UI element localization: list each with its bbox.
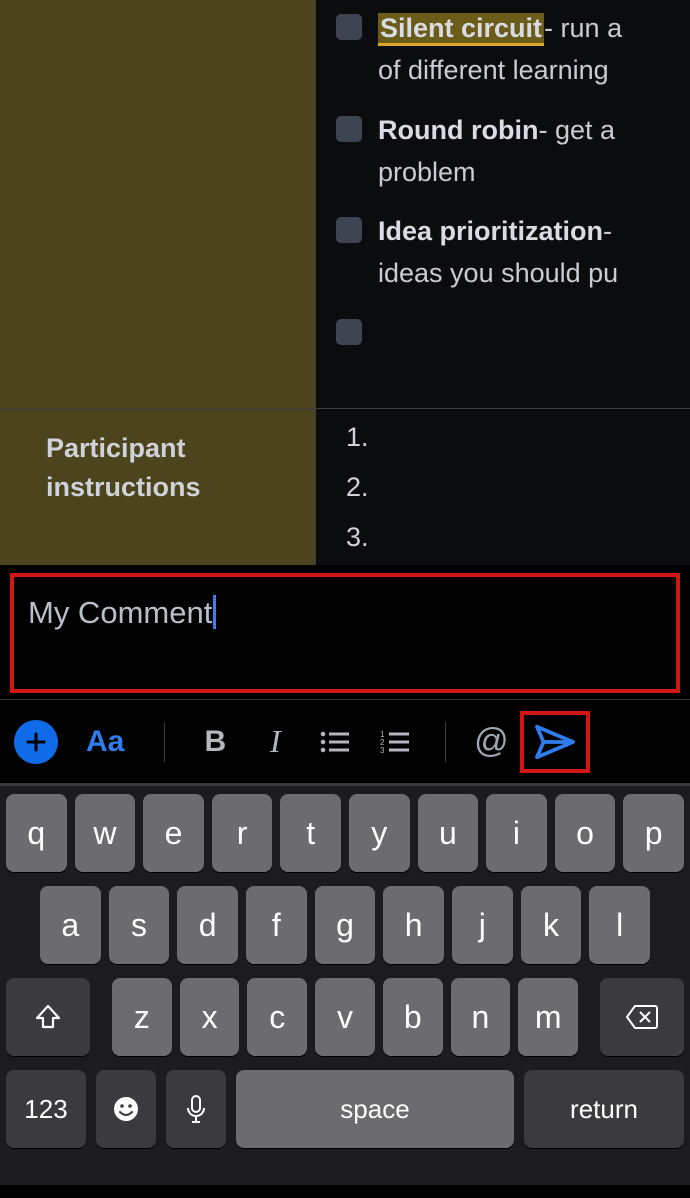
checklist-item[interactable]: Silent circuit- run a of different learn… — [336, 8, 690, 92]
key-emoji[interactable] — [96, 1070, 156, 1148]
key-s[interactable]: s — [109, 886, 170, 964]
mention-button[interactable]: @ — [466, 714, 516, 770]
keyboard-row: q w e r t y u i o p — [6, 794, 684, 872]
key-e[interactable]: e — [143, 794, 204, 872]
section-label: Participant instructions — [0, 409, 316, 565]
key-return[interactable]: return — [524, 1070, 684, 1148]
text-style-button[interactable]: Aa — [86, 714, 124, 770]
table-cell-left — [0, 0, 316, 408]
send-icon — [534, 723, 576, 761]
key-f[interactable]: f — [246, 886, 307, 964]
comment-text: My Comment — [28, 595, 212, 630]
svg-text:3: 3 — [380, 746, 385, 754]
key-p[interactable]: p — [623, 794, 684, 872]
keyboard-row: z x c v b n m — [6, 978, 684, 1056]
key-u[interactable]: u — [418, 794, 479, 872]
key-j[interactable]: j — [452, 886, 513, 964]
key-w[interactable]: w — [75, 794, 136, 872]
key-t[interactable]: t — [280, 794, 341, 872]
item-rest: - get a — [538, 115, 615, 145]
key-k[interactable]: k — [521, 886, 582, 964]
item-rest: - run a — [544, 13, 622, 43]
bullet-list-button[interactable] — [305, 714, 365, 770]
key-x[interactable]: x — [180, 978, 240, 1056]
emoji-icon — [111, 1094, 141, 1124]
key-mic[interactable] — [166, 1070, 226, 1148]
key-b[interactable]: b — [383, 978, 443, 1056]
key-n[interactable]: n — [451, 978, 511, 1056]
text-cursor — [213, 595, 216, 629]
checklist-item-empty[interactable] — [336, 313, 690, 345]
key-q[interactable]: q — [6, 794, 67, 872]
keyboard-row: 123 space return — [6, 1070, 684, 1148]
send-button[interactable] — [520, 711, 590, 773]
key-shift[interactable] — [6, 978, 90, 1056]
key-d[interactable]: d — [177, 886, 238, 964]
keyboard-row: a s d f g h j k l — [6, 886, 684, 964]
item-line2: of different learning — [378, 55, 609, 85]
key-h[interactable]: h — [383, 886, 444, 964]
checkbox-icon[interactable] — [336, 319, 362, 345]
mic-icon — [185, 1094, 207, 1124]
key-y[interactable]: y — [349, 794, 410, 872]
table-cell-ordered[interactable]: 1. 2. 3. — [316, 409, 690, 565]
key-l[interactable]: l — [589, 886, 650, 964]
key-c[interactable]: c — [247, 978, 307, 1056]
item-title: Round robin — [378, 115, 538, 145]
list-item[interactable]: 3. — [346, 517, 690, 559]
separator — [445, 722, 446, 762]
key-g[interactable]: g — [315, 886, 376, 964]
item-line2: problem — [378, 157, 476, 187]
numbered-list-icon: 1 2 3 — [380, 730, 410, 754]
item-title: Idea prioritization — [378, 216, 603, 246]
list-item[interactable]: 2. — [346, 467, 690, 509]
key-o[interactable]: o — [555, 794, 616, 872]
key-backspace[interactable] — [600, 978, 684, 1056]
bold-button[interactable]: B — [185, 714, 245, 770]
checklist-item[interactable]: Round robin- get a problem — [336, 110, 690, 194]
key-m[interactable]: m — [518, 978, 578, 1056]
key-a[interactable]: a — [40, 886, 101, 964]
key-space[interactable]: space — [236, 1070, 514, 1148]
key-i[interactable]: i — [486, 794, 547, 872]
plus-icon — [14, 720, 58, 764]
table-cell-checklist[interactable]: Silent circuit- run a of different learn… — [316, 0, 690, 408]
shift-icon — [34, 1003, 62, 1031]
checkbox-icon[interactable] — [336, 217, 362, 243]
numbered-list-button[interactable]: 1 2 3 — [365, 714, 425, 770]
key-123[interactable]: 123 — [6, 1070, 86, 1148]
checklist-item[interactable]: Idea prioritization- ideas you should pu — [336, 211, 690, 295]
item-line2: ideas you should pu — [378, 258, 618, 288]
bullet-list-icon — [320, 730, 350, 754]
item-rest: - — [603, 216, 612, 246]
checkbox-icon[interactable] — [336, 116, 362, 142]
list-item[interactable]: 1. — [346, 417, 690, 459]
key-r[interactable]: r — [212, 794, 273, 872]
keyboard: q w e r t y u i o p a s d f g h j k l z … — [0, 785, 690, 1185]
key-v[interactable]: v — [315, 978, 375, 1056]
key-z[interactable]: z — [112, 978, 172, 1056]
separator — [164, 722, 165, 762]
document-content[interactable]: Silent circuit- run a of different learn… — [0, 0, 690, 565]
italic-button[interactable]: I — [245, 714, 305, 770]
format-toolbar: Aa B I 1 2 3 @ — [0, 699, 690, 785]
item-title[interactable]: Silent circuit — [378, 13, 544, 46]
backspace-icon — [625, 1004, 659, 1030]
add-button[interactable] — [14, 714, 86, 770]
checkbox-icon[interactable] — [336, 14, 362, 40]
comment-input[interactable]: My Comment — [10, 573, 680, 693]
